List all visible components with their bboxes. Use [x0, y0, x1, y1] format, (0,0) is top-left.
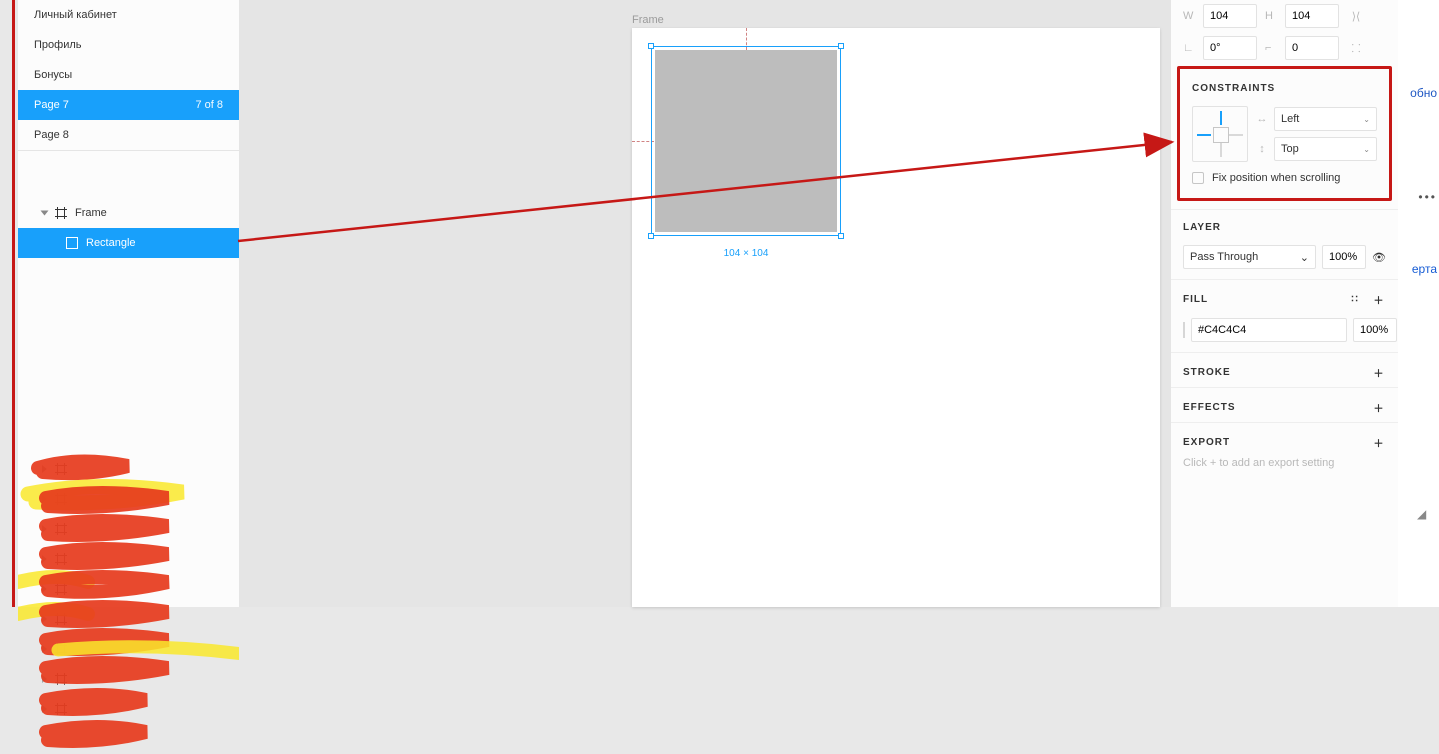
independent-corners-icon[interactable]: ⸬ — [1347, 41, 1365, 56]
effects-section-title: EFFECTS — [1183, 402, 1236, 413]
size-row: W H ⟩⟨ — [1171, 0, 1398, 32]
rotation-row: ∟ ⌐ ⸬ — [1171, 32, 1398, 64]
fill-swatch[interactable] — [1183, 322, 1185, 338]
textarea-resize-icon[interactable] — [1417, 507, 1431, 521]
width-label: W — [1183, 10, 1195, 22]
width-input[interactable] — [1203, 4, 1257, 28]
constraints-widget[interactable] — [1192, 106, 1248, 162]
rectangle-icon — [66, 237, 78, 249]
frame-title[interactable]: Frame — [632, 14, 664, 26]
layer-rectangle-selected[interactable]: Rectangle — [18, 228, 239, 258]
caret-down-icon — [41, 211, 49, 216]
layer-label: Rectangle — [86, 237, 136, 249]
add-stroke-icon[interactable]: ＋ — [1372, 365, 1386, 379]
page-item[interactable]: Профиль — [18, 30, 239, 60]
left-panel: Личный кабинет Профиль Бонусы Page 7 7 o… — [18, 0, 240, 607]
export-hint: Click + to add an export setting — [1171, 457, 1398, 483]
rotation-icon: ∟ — [1183, 42, 1195, 54]
corner-radius-icon: ⌐ — [1265, 42, 1277, 54]
bg-text-fragment: ерта — [1412, 262, 1437, 276]
page-label: Личный кабинет — [34, 9, 117, 21]
rotation-input[interactable] — [1203, 36, 1257, 60]
fix-position-label: Fix position when scrolling — [1212, 172, 1340, 184]
export-section-title: EXPORT — [1183, 437, 1230, 448]
background-page-strip: обно ••• ерта — [1398, 0, 1439, 607]
page-item[interactable]: Page 8 — [18, 120, 239, 150]
blend-mode-value: Pass Through — [1190, 251, 1258, 263]
canvas[interactable]: Frame 104 × 104 — [240, 0, 1170, 607]
add-effect-icon[interactable]: ＋ — [1372, 400, 1386, 414]
vertical-constraint-value: Top — [1281, 143, 1299, 155]
vertical-icon: ↕ — [1256, 143, 1268, 155]
page-label: Бонусы — [34, 69, 72, 81]
layer-frame[interactable]: Frame — [18, 198, 239, 228]
page-item[interactable]: Бонусы — [18, 60, 239, 90]
blend-mode-dropdown[interactable]: Pass Through ⌄ — [1183, 245, 1316, 269]
page-label: Page 7 — [34, 90, 69, 120]
page-item[interactable]: Личный кабинет — [18, 0, 239, 30]
selection-dimensions: 104 × 104 — [701, 248, 791, 259]
chevron-down-icon: ⌄ — [1363, 115, 1370, 124]
visibility-icon[interactable]: 👁 — [1372, 250, 1386, 264]
selection-outline[interactable] — [651, 46, 841, 236]
layer-section-title: LAYER — [1183, 222, 1221, 233]
layer-opacity-input[interactable] — [1322, 245, 1366, 269]
bg-text-fragment: обно — [1410, 86, 1437, 100]
frame-icon — [55, 207, 67, 219]
horizontal-constraint-dropdown[interactable]: Left ⌄ — [1274, 107, 1377, 131]
fill-section-title: FILL — [1183, 294, 1208, 305]
chevron-down-icon: ⌄ — [1363, 145, 1370, 154]
add-fill-icon[interactable]: ＋ — [1372, 292, 1386, 306]
resize-handle-tl[interactable] — [648, 43, 654, 49]
page-label: Профиль — [34, 39, 82, 51]
fill-opacity-input[interactable] — [1353, 318, 1397, 342]
page-item-selected[interactable]: Page 7 7 of 8 — [18, 90, 239, 120]
fix-position-checkbox[interactable] — [1192, 172, 1204, 184]
height-input[interactable] — [1285, 4, 1339, 28]
resize-handle-tr[interactable] — [838, 43, 844, 49]
page-label: Page 8 — [34, 129, 69, 141]
fill-hex-input[interactable] — [1191, 318, 1347, 342]
style-icon[interactable]: ∷ — [1348, 292, 1362, 306]
link-dimensions-icon[interactable]: ⟩⟨ — [1347, 10, 1365, 23]
horizontal-constraint-value: Left — [1281, 113, 1299, 125]
constraints-title: CONSTRAINTS — [1180, 69, 1389, 102]
layer-list: Frame Rectangle — [18, 198, 239, 258]
vertical-constraint-dropdown[interactable]: Top ⌄ — [1274, 137, 1377, 161]
corner-radius-input[interactable] — [1285, 36, 1339, 60]
resize-handle-br[interactable] — [838, 233, 844, 239]
redacted-layers — [18, 454, 239, 754]
ellipsis-icon[interactable]: ••• — [1418, 190, 1437, 204]
page-count: 7 of 8 — [195, 90, 223, 120]
height-label: H — [1265, 10, 1277, 22]
properties-panel: W H ⟩⟨ ∟ ⌐ ⸬ CONSTRAINTS ↔ Left ⌄ — [1170, 0, 1398, 607]
resize-handle-bl[interactable] — [648, 233, 654, 239]
chevron-down-icon: ⌄ — [1300, 251, 1309, 264]
horizontal-icon: ↔ — [1256, 113, 1268, 125]
add-export-icon[interactable]: ＋ — [1372, 435, 1386, 449]
stroke-section-title: STROKE — [1183, 367, 1231, 378]
layer-label: Frame — [75, 207, 107, 219]
constraints-section: CONSTRAINTS ↔ Left ⌄ ↕ Top ⌄ — [1177, 66, 1392, 201]
